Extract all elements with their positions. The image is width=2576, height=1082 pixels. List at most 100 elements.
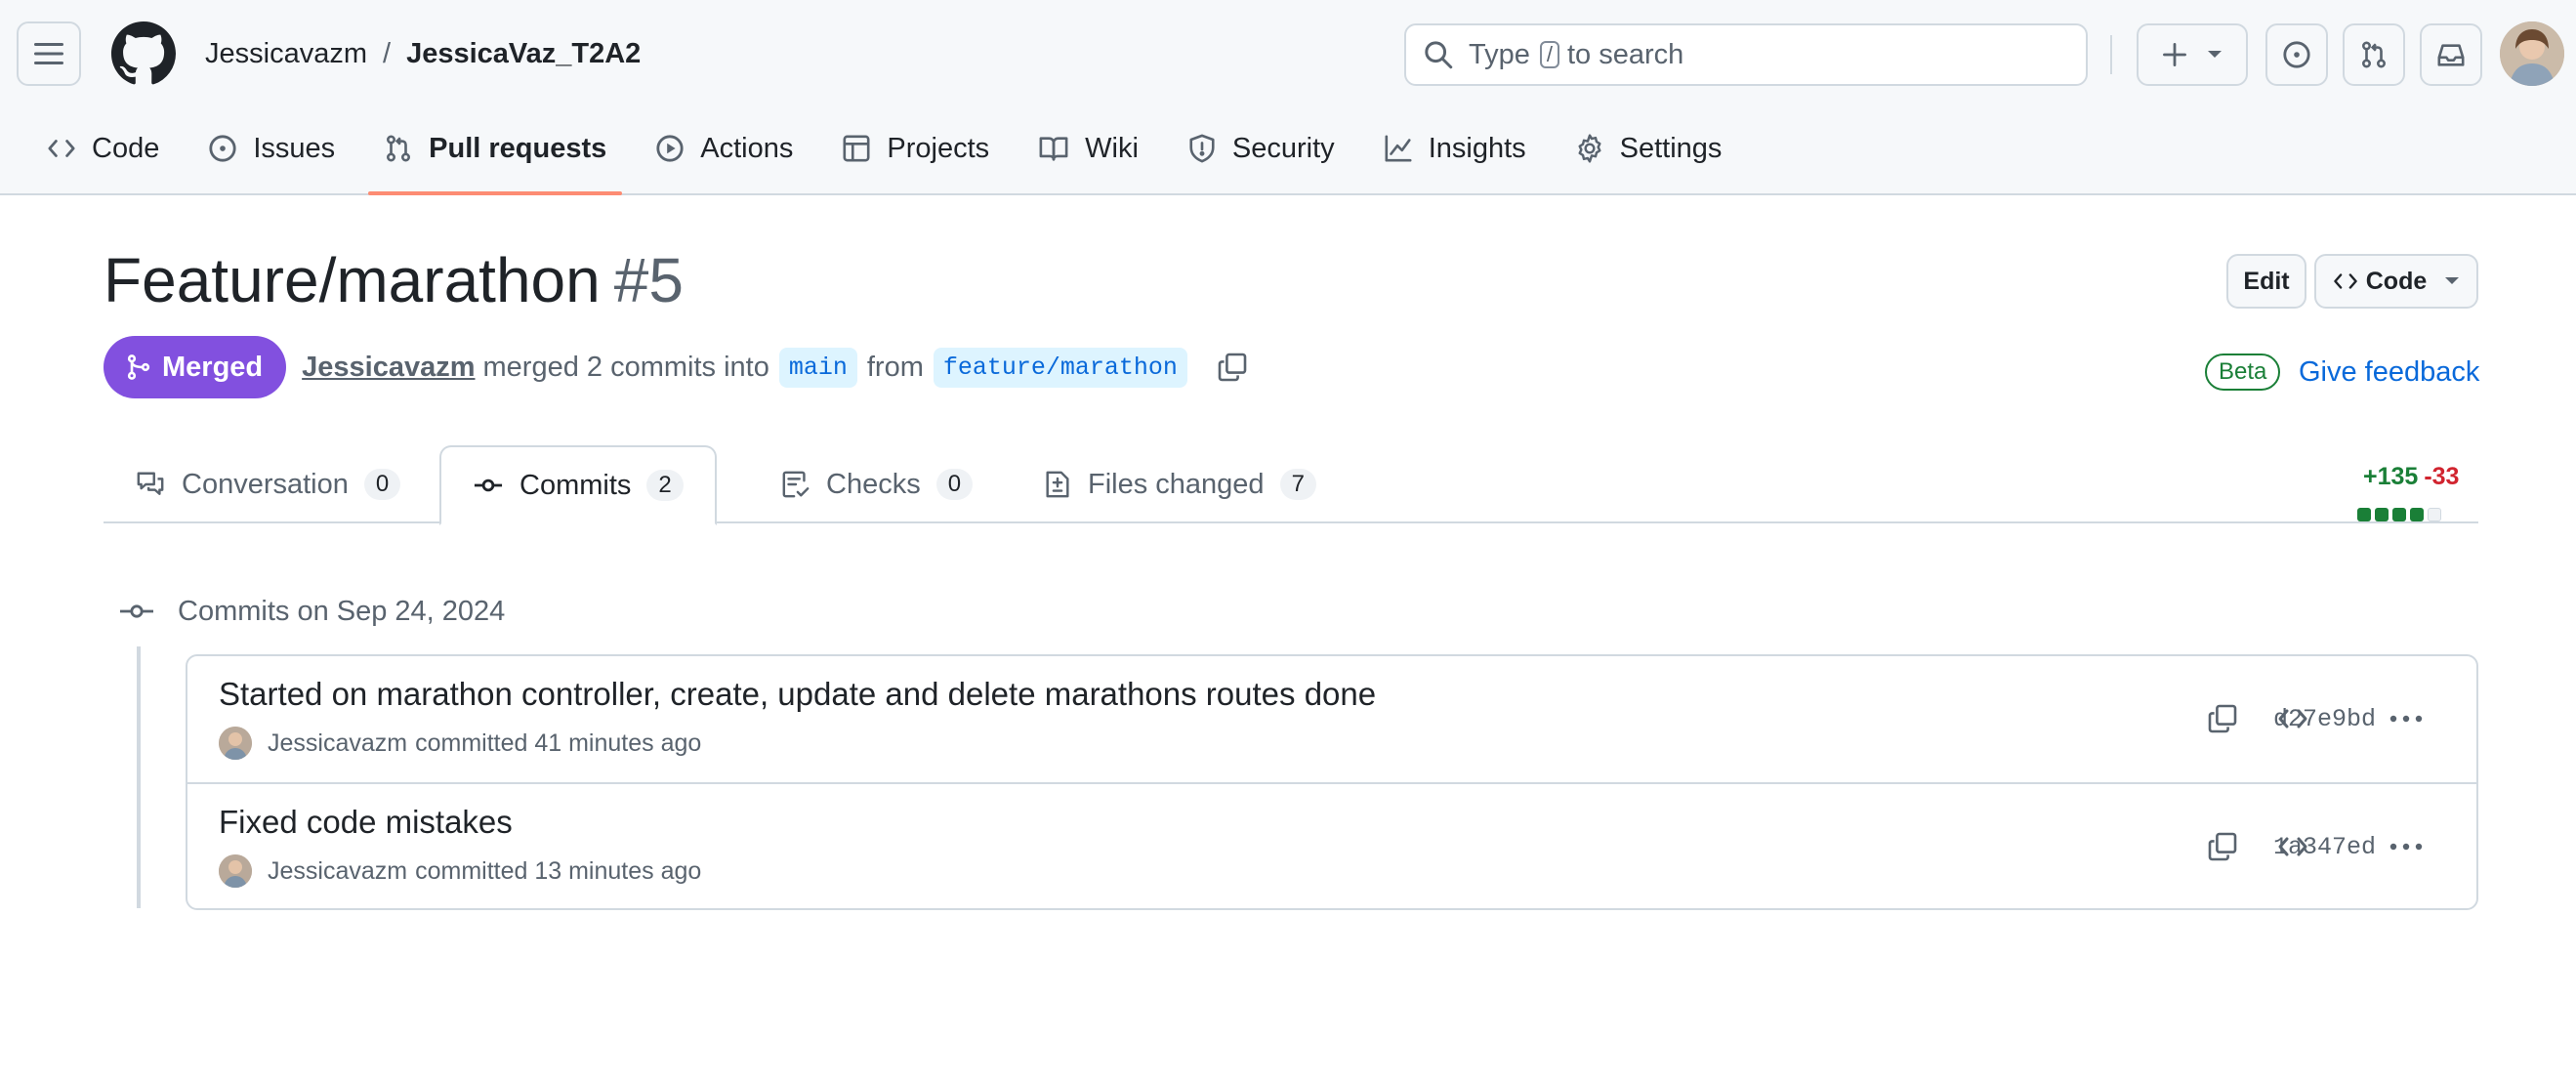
kebab-horizontal-icon [2389,714,2424,724]
nav-insights-label: Insights [1428,132,1526,164]
search-input[interactable]: Type / to search [1404,23,2088,86]
issue-opened-icon [208,134,237,163]
search-shortcut-key: / [1539,41,1559,68]
book-icon [1038,134,1069,163]
pr-number: #5 [613,245,684,315]
nav-code-label: Code [92,132,160,164]
browse-repo-button[interactable] [2269,823,2316,870]
copy-icon [2207,831,2238,862]
tab-commits-label: Commits [519,469,632,501]
tab-commits[interactable]: Commits 2 [439,445,717,525]
edit-button[interactable]: Edit [2226,254,2306,309]
pull-requests-button[interactable] [2343,23,2405,86]
commit-message-link[interactable]: Fixed code mistakes [219,804,513,841]
commit-author-link[interactable]: Jessicavazm [268,729,407,758]
copy-sha-button[interactable] [2199,695,2246,742]
file-diff-icon [1043,470,1072,499]
copy-icon [2207,703,2238,734]
base-branch-label[interactable]: main [778,347,857,388]
commit-row: Fixed code mistakes Jessicavazm committe… [187,782,2476,908]
code-dropdown-button[interactable]: Code [2314,254,2478,309]
nav-security[interactable]: Security [1172,115,1350,182]
diffstat-blocks [2357,508,2441,521]
nav-settings[interactable]: Settings [1559,115,1738,182]
code-button-label: Code [2365,267,2428,295]
commit-author-avatar[interactable] [219,854,252,888]
commit-author-avatar[interactable] [219,727,252,760]
commit-message-link[interactable]: Started on marathon controller, create, … [219,676,1376,713]
nav-issues-label: Issues [253,132,336,164]
diffstat-additions: +135 [2363,463,2419,490]
head-branch-label[interactable]: feature/marathon [933,347,1187,388]
hamburger-icon [34,42,63,65]
commit-meta: Jessicavazm committed 41 minutes ago [219,727,701,760]
tab-commits-count: 2 [646,470,684,501]
commit-group-header: Commits on Sep 24, 2024 [119,590,505,633]
tab-checks-label: Checks [826,468,921,500]
repo-owner-link[interactable]: Jessicavazm [205,38,367,70]
commit-list: Started on marathon controller, create, … [186,654,2478,910]
gear-icon [1575,134,1604,163]
commit-time: committed 41 minutes ago [415,728,702,757]
copy-sha-button[interactable] [2199,823,2246,870]
tab-conversation[interactable]: Conversation 0 [104,445,432,523]
commit-date-label: Commits on Sep 24, 2024 [178,595,506,627]
pr-title-text: Feature/marathon [104,245,601,315]
nav-actions[interactable]: Actions [640,115,809,182]
breadcrumb-separator: / [383,37,392,69]
diffstat-block-added [2392,508,2406,521]
user-avatar[interactable] [2500,21,2564,86]
nav-issues[interactable]: Issues [192,115,351,182]
commit-author-link[interactable]: Jessicavazm [268,857,407,886]
nav-pull-requests[interactable]: Pull requests [368,115,623,195]
commit-meta: Jessicavazm committed 13 minutes ago [219,854,701,888]
kebab-horizontal-icon [2389,842,2424,852]
tab-conversation-label: Conversation [182,468,349,500]
pr-tabs: Conversation 0 Commits 2 Checks 0 Files … [104,445,2478,525]
nav-projects[interactable]: Projects [826,115,1005,182]
repo-nav: Code Issues Pull requests Actions Projec… [0,115,1755,195]
create-new-button[interactable] [2137,23,2248,86]
repo-name-link[interactable]: JessicaVaz_T2A2 [406,38,641,70]
git-commit-icon [473,471,504,500]
more-actions-button[interactable] [2383,695,2430,742]
menu-button[interactable] [17,21,81,86]
from-text: from [866,351,924,383]
git-pull-request-icon [384,134,413,163]
browse-repo-button[interactable] [2269,695,2316,742]
nav-projects-label: Projects [887,132,990,164]
inbox-icon [2436,40,2466,69]
nav-code[interactable]: Code [31,115,175,182]
search-placeholder-prefix: Type [1469,38,1530,70]
nav-insights[interactable]: Insights [1368,115,1542,182]
beta-badge: Beta [2205,354,2281,391]
git-pull-request-icon [2359,40,2389,69]
copy-branch-icon[interactable] [1217,352,1248,383]
nav-settings-label: Settings [1619,132,1723,164]
search-placeholder-suffix: to search [1567,38,1684,70]
more-actions-button[interactable] [2383,823,2430,870]
commit-time: committed 13 minutes ago [415,856,702,885]
tab-checks-count: 0 [935,469,974,500]
shield-icon [1187,134,1217,163]
comment-discussion-icon [135,470,166,499]
global-header: Jessicavazm / JessicaVaz_T2A2 Type / to … [0,0,2576,195]
give-feedback-link[interactable]: Give feedback [2299,354,2479,391]
nav-pull-requests-label: Pull requests [429,132,607,164]
tab-checks[interactable]: Checks 0 [750,445,1004,523]
play-icon [655,134,685,163]
inbox-button[interactable] [2420,23,2482,86]
pr-author-link[interactable]: Jessicavazm [302,352,475,384]
diffstat-block-added [2410,508,2424,521]
merged-status-badge: Merged [104,336,287,398]
issues-button[interactable] [2265,23,2328,86]
nav-actions-label: Actions [700,132,794,164]
pr-state-row: Merged Jessicavazm merged 2 commits into… [104,336,1248,398]
code-icon [2277,703,2308,734]
github-logo-icon[interactable] [111,21,176,86]
nav-wiki[interactable]: Wiki [1022,115,1154,182]
tab-files-changed[interactable]: Files changed 7 [1012,445,1348,523]
checklist-icon [781,470,810,499]
header-divider [2110,35,2112,74]
code-icon [47,134,76,163]
